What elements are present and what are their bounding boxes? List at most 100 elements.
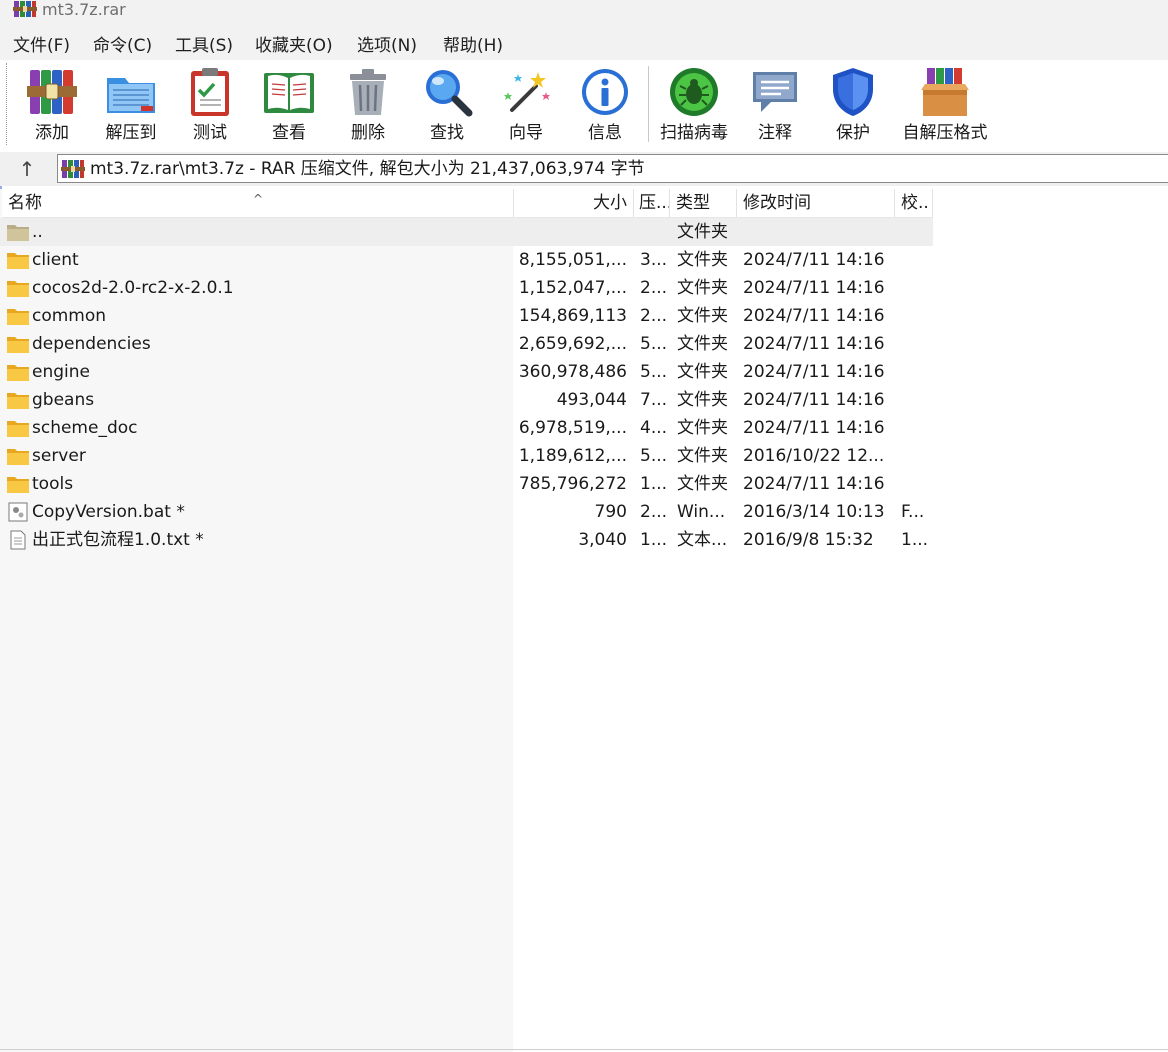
file-size: 8,155,051,... [518,250,627,270]
file-name: engine [32,362,90,382]
file-type: 文件夹 [677,418,728,438]
file-crc: F... [901,502,925,522]
file-name: .. [32,222,43,242]
file-type: 文件夹 [677,390,728,410]
column-header-size[interactable]: 大小 [514,189,634,218]
view-button[interactable]: 查看 [256,64,322,148]
find-button[interactable]: 查找 [416,64,478,148]
view-button-label: 查看 [272,123,306,143]
file-modified: 2024/7/11 14:16 [743,250,885,270]
menu-file[interactable]: 文件(F) [13,35,70,57]
window-title: mt3.7z.rar [42,0,126,19]
file-type: Win... [677,502,726,522]
file-row[interactable]: engine 360,978,486 5... 文件夹 2024/7/11 14:16 [0,358,933,386]
file-row[interactable]: 出正式包流程1.0.txt * 3,040 1... 文本... 2016/9/8 15… [0,526,933,554]
test-button-label: 测试 [193,123,227,143]
folder-icon [6,334,30,354]
file-row[interactable]: tools 785,796,272 1... 文件夹 2024/7/11 14:16 [0,470,933,498]
folder-icon [6,306,30,326]
toolbar-grip[interactable] [6,63,10,145]
comment-button[interactable]: 注释 [746,64,804,148]
menu-tools[interactable]: 工具(S) [175,35,233,57]
file-crc [901,246,931,274]
add-button-label: 添加 [35,123,69,143]
file-row[interactable]: cocos2d-2.0-rc2-x-2.0.1 1,152,047,... 2...… [0,274,933,302]
folder-extract-icon [107,78,155,113]
up-arrow-icon[interactable]: ↑ [10,157,44,181]
file-modified: 2024/7/11 14:16 [743,334,885,354]
file-list: 名称 ^ 大小 压... 类型 修改时间 校.. .. 文件夹 client 8,15… [0,189,1168,1052]
path-field[interactable]: mt3.7z.rar\mt3.7z - RAR 压缩文件, 解包大小为 21,4… [57,154,1168,183]
file-row[interactable]: scheme_doc 6,978,519,... 4... 文件夹 2024/7/11 … [0,414,933,442]
menu-favorites[interactable]: 收藏夹(O) [255,35,333,57]
delete-button[interactable]: 删除 [338,64,398,148]
folder-up-icon [6,222,30,242]
file-name: scheme_doc [32,418,138,438]
menu-bar: 文件(F) 命令(C) 工具(S) 收藏夹(O) 选项(N) 帮助(H) [0,30,1168,60]
file-type: 文件夹 [677,250,728,270]
toolbar-separator [648,66,649,142]
virus-scan-button[interactable]: 扫描病毒 [654,64,734,148]
column-header-name-label: 名称 [8,193,42,213]
add-button[interactable]: 添加 [20,64,84,148]
file-name: tools [32,474,74,494]
wizard-button-label: 向导 [509,123,543,143]
info-button[interactable]: 信息 [576,64,634,148]
file-size: 785,796,272 [518,474,627,494]
delete-button-label: 删除 [351,123,385,143]
file-modified: 2024/7/11 14:16 [743,390,885,410]
file-size: 790 [594,502,627,522]
menu-options[interactable]: 选项(N) [357,35,417,57]
file-row[interactable]: common 154,869,113 2... 文件夹 2024/7/11 14:16 [0,302,933,330]
column-header-packed[interactable]: 压... [634,189,670,218]
file-crc [901,442,931,470]
text-file-icon [6,530,30,550]
file-packed-size: 7... [640,390,668,410]
file-modified: 2016/9/8 15:32 [743,530,874,550]
file-packed-size: 4... [640,418,668,438]
column-header-name[interactable]: 名称 ^ [2,189,514,218]
file-name: common [32,306,107,326]
menu-help[interactable]: 帮助(H) [443,35,503,57]
column-header-crc[interactable]: 校.. [895,189,933,218]
file-modified: 2024/7/11 14:16 [743,278,885,298]
file-row[interactable]: client 8,155,051,... 3... 文件夹 2024/7/11 14:1… [0,246,933,274]
parent-folder-row[interactable]: .. 文件夹 [0,218,933,246]
folder-icon [6,418,30,438]
folder-icon [6,362,30,382]
file-type: 文件夹 [677,222,728,242]
file-packed-size: 2... [640,502,668,522]
file-modified: 2016/3/14 10:13 [743,502,885,522]
trash-can-icon [350,69,386,115]
file-type: 文件夹 [677,306,728,326]
file-crc [901,302,931,330]
file-packed-size: 5... [640,334,668,354]
file-modified: 2024/7/11 14:16 [743,362,885,382]
folder-icon [6,390,30,410]
wizard-button[interactable]: 向导 [496,64,556,148]
test-button[interactable]: 测试 [180,64,240,148]
file-row[interactable]: CopyVersion.bat * 790 2... Win... 2016/3/14 … [0,498,933,526]
file-size: 154,869,113 [518,306,627,326]
protect-button[interactable]: 保护 [824,64,882,148]
clipboard-check-icon [191,68,229,116]
file-crc [901,274,931,302]
file-row[interactable]: server 1,189,612,... 5... 文件夹 2016/10/22 12.… [0,442,933,470]
file-size: 360,978,486 [518,362,627,382]
column-header-modified[interactable]: 修改时间 [737,189,895,218]
column-header-type[interactable]: 类型 [670,189,737,218]
file-row[interactable]: gbeans 493,044 7... 文件夹 2024/7/11 14:16 [0,386,933,414]
menu-commands[interactable]: 命令(C) [93,35,152,57]
file-type: 文件夹 [677,474,728,494]
open-book-icon [264,73,314,113]
comment-bubble-icon [753,72,797,112]
file-row[interactable]: dependencies 2,659,692,... 5... 文件夹 2024/7/1… [0,330,933,358]
virus-scan-button-label: 扫描病毒 [660,123,728,143]
toolbar: 添加 解压到 测试 查看 删除 查找 向导 信息 扫描病毒 注释 保护 自解压格… [0,60,1168,152]
file-name: client [32,250,79,270]
extract-to-button[interactable]: 解压到 [98,64,164,148]
file-crc [901,218,931,246]
file-packed-size: 2... [640,306,668,326]
find-button-label: 查找 [430,123,464,143]
sfx-button[interactable]: 自解压格式 [898,64,992,148]
